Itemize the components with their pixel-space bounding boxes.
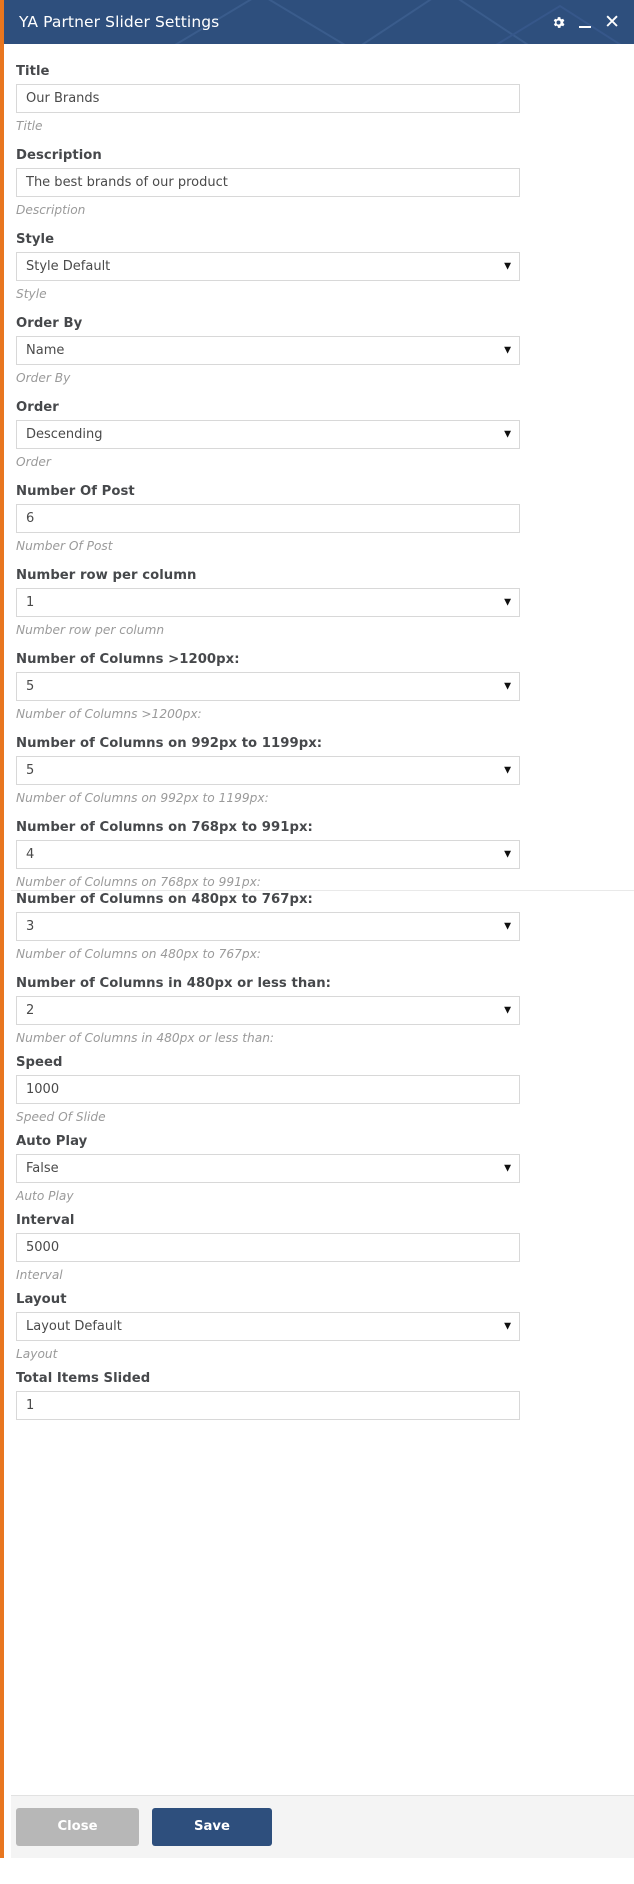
field-help: Order By — [16, 371, 71, 385]
header-actions: ✕ — [551, 12, 620, 31]
field-group-speed: Speed 1000 Speed Of Slide — [0, 1054, 634, 1125]
field-help: Description — [16, 203, 86, 217]
field-help: Number row per column — [16, 623, 165, 637]
field-label: Title — [16, 64, 50, 79]
close-button[interactable]: Close — [16, 1808, 139, 1846]
rail-mask — [4, 44, 11, 1858]
field-label: Order By — [16, 316, 83, 331]
field-label: Number of Columns on 480px to 767px: — [16, 892, 313, 907]
field-help: Interval — [16, 1268, 63, 1282]
field-help: Order — [16, 455, 51, 469]
field-group-order-by: Order By Name ▼ Order By — [0, 315, 634, 386]
field-help: Layout — [16, 1347, 58, 1361]
field-label: Auto Play — [16, 1134, 88, 1149]
description-input[interactable]: The best brands of our product — [16, 168, 520, 197]
layout-select-value[interactable]: Layout Default — [16, 1312, 520, 1341]
modal-header: YA Partner Slider Settings ✕ — [0, 0, 634, 44]
minimize-icon[interactable] — [579, 16, 592, 29]
columns-768-991-select[interactable]: 4 ▼ — [16, 840, 520, 869]
style-select-value[interactable]: Style Default — [16, 252, 520, 281]
columns-480-767-select[interactable]: 3 ▼ — [16, 912, 520, 941]
field-label: Order — [16, 400, 59, 415]
field-group-style: Style Style Default ▼ Style — [0, 231, 634, 302]
columns-1200-select-value[interactable]: 5 — [16, 672, 520, 701]
columns-480-767-select-value[interactable]: 3 — [16, 912, 520, 941]
columns-480-less-select-value[interactable]: 2 — [16, 996, 520, 1025]
total-items-slided-input[interactable]: 1 — [16, 1391, 520, 1420]
auto-play-select-value[interactable]: False — [16, 1154, 520, 1183]
field-group-columns-480-767: Number of Columns on 480px to 767px: 3 ▼… — [0, 891, 634, 962]
columns-480-less-select[interactable]: 2 ▼ — [16, 996, 520, 1025]
field-label: Speed — [16, 1055, 63, 1070]
field-label: Number of Columns on 992px to 1199px: — [16, 736, 323, 751]
style-select[interactable]: Style Default ▼ — [16, 252, 520, 281]
columns-992-1199-select-value[interactable]: 5 — [16, 756, 520, 785]
field-group-layout: Layout Layout Default ▼ Layout — [0, 1291, 634, 1362]
field-help: Speed Of Slide — [16, 1110, 106, 1124]
columns-768-991-select-value[interactable]: 4 — [16, 840, 520, 869]
number-of-post-input[interactable]: 6 — [16, 504, 520, 533]
field-help: Title — [16, 119, 43, 133]
accent-rail — [0, 0, 4, 1858]
field-group-total-items-slided: Total Items Slided 1 — [0, 1370, 634, 1420]
field-help: Number of Columns in 480px or less than: — [16, 1031, 275, 1045]
field-group-title: Title Our Brands Title — [0, 63, 634, 134]
field-group-interval: Interval 5000 Interval — [0, 1212, 634, 1283]
field-help: Style — [16, 287, 47, 301]
field-group-columns-1200: Number of Columns >1200px: 5 ▼ Number of… — [0, 651, 634, 722]
field-help: Number of Columns on 768px to 991px: — [16, 875, 261, 889]
auto-play-select[interactable]: False ▼ — [16, 1154, 520, 1183]
field-label: Number Of Post — [16, 484, 135, 499]
settings-form: Title Our Brands Title Description The b… — [0, 44, 634, 1795]
field-label: Description — [16, 148, 102, 163]
field-label: Number row per column — [16, 568, 197, 583]
field-group-columns-480-less: Number of Columns in 480px or less than:… — [0, 975, 634, 1046]
speed-input[interactable]: 1000 — [16, 1075, 520, 1104]
field-group-number-of-post: Number Of Post 6 Number Of Post — [0, 483, 634, 554]
field-label: Number of Columns in 480px or less than: — [16, 976, 331, 991]
field-group-rows-per-column: Number row per column 1 ▼ Number row per… — [0, 567, 634, 638]
order-by-select[interactable]: Name ▼ — [16, 336, 520, 365]
field-help: Number of Columns >1200px: — [16, 707, 202, 721]
field-help: Number of Columns on 992px to 1199px: — [16, 791, 269, 805]
settings-modal: YA Partner Slider Settings ✕ Title Our B… — [0, 0, 634, 1872]
order-select[interactable]: Descending ▼ — [16, 420, 520, 449]
field-group-order: Order Descending ▼ Order — [0, 399, 634, 470]
order-select-value[interactable]: Descending — [16, 420, 520, 449]
field-label: Number of Columns on 768px to 991px: — [16, 820, 313, 835]
field-group-columns-992-1199: Number of Columns on 992px to 1199px: 5 … — [0, 735, 634, 806]
field-group-description: Description The best brands of our produ… — [0, 147, 634, 218]
columns-992-1199-select[interactable]: 5 ▼ — [16, 756, 520, 785]
interval-input[interactable]: 5000 — [16, 1233, 520, 1262]
close-icon[interactable]: ✕ — [604, 12, 620, 31]
gear-icon[interactable] — [551, 15, 566, 30]
field-help: Auto Play — [16, 1189, 74, 1203]
field-label: Layout — [16, 1292, 67, 1307]
page-title: YA Partner Slider Settings — [19, 13, 220, 31]
title-input[interactable]: Our Brands — [16, 84, 520, 113]
rows-per-column-select-value[interactable]: 1 — [16, 588, 520, 617]
field-label: Total Items Slided — [16, 1371, 151, 1386]
columns-1200-select[interactable]: 5 ▼ — [16, 672, 520, 701]
field-label: Interval — [16, 1213, 75, 1228]
field-group-columns-768-991: Number of Columns on 768px to 991px: 4 ▼… — [0, 819, 634, 890]
save-changes-button[interactable]: Save changes — [152, 1808, 272, 1872]
field-help: Number Of Post — [16, 539, 113, 553]
field-label: Number of Columns >1200px: — [16, 652, 240, 667]
layout-select[interactable]: Layout Default ▼ — [16, 1312, 520, 1341]
field-group-auto-play: Auto Play False ▼ Auto Play — [0, 1133, 634, 1204]
field-help: Number of Columns on 480px to 767px: — [16, 947, 261, 961]
field-label: Style — [16, 232, 55, 247]
rows-per-column-select[interactable]: 1 ▼ — [16, 588, 520, 617]
order-by-select-value[interactable]: Name — [16, 336, 520, 365]
modal-footer: Close Save changes — [0, 1795, 634, 1872]
